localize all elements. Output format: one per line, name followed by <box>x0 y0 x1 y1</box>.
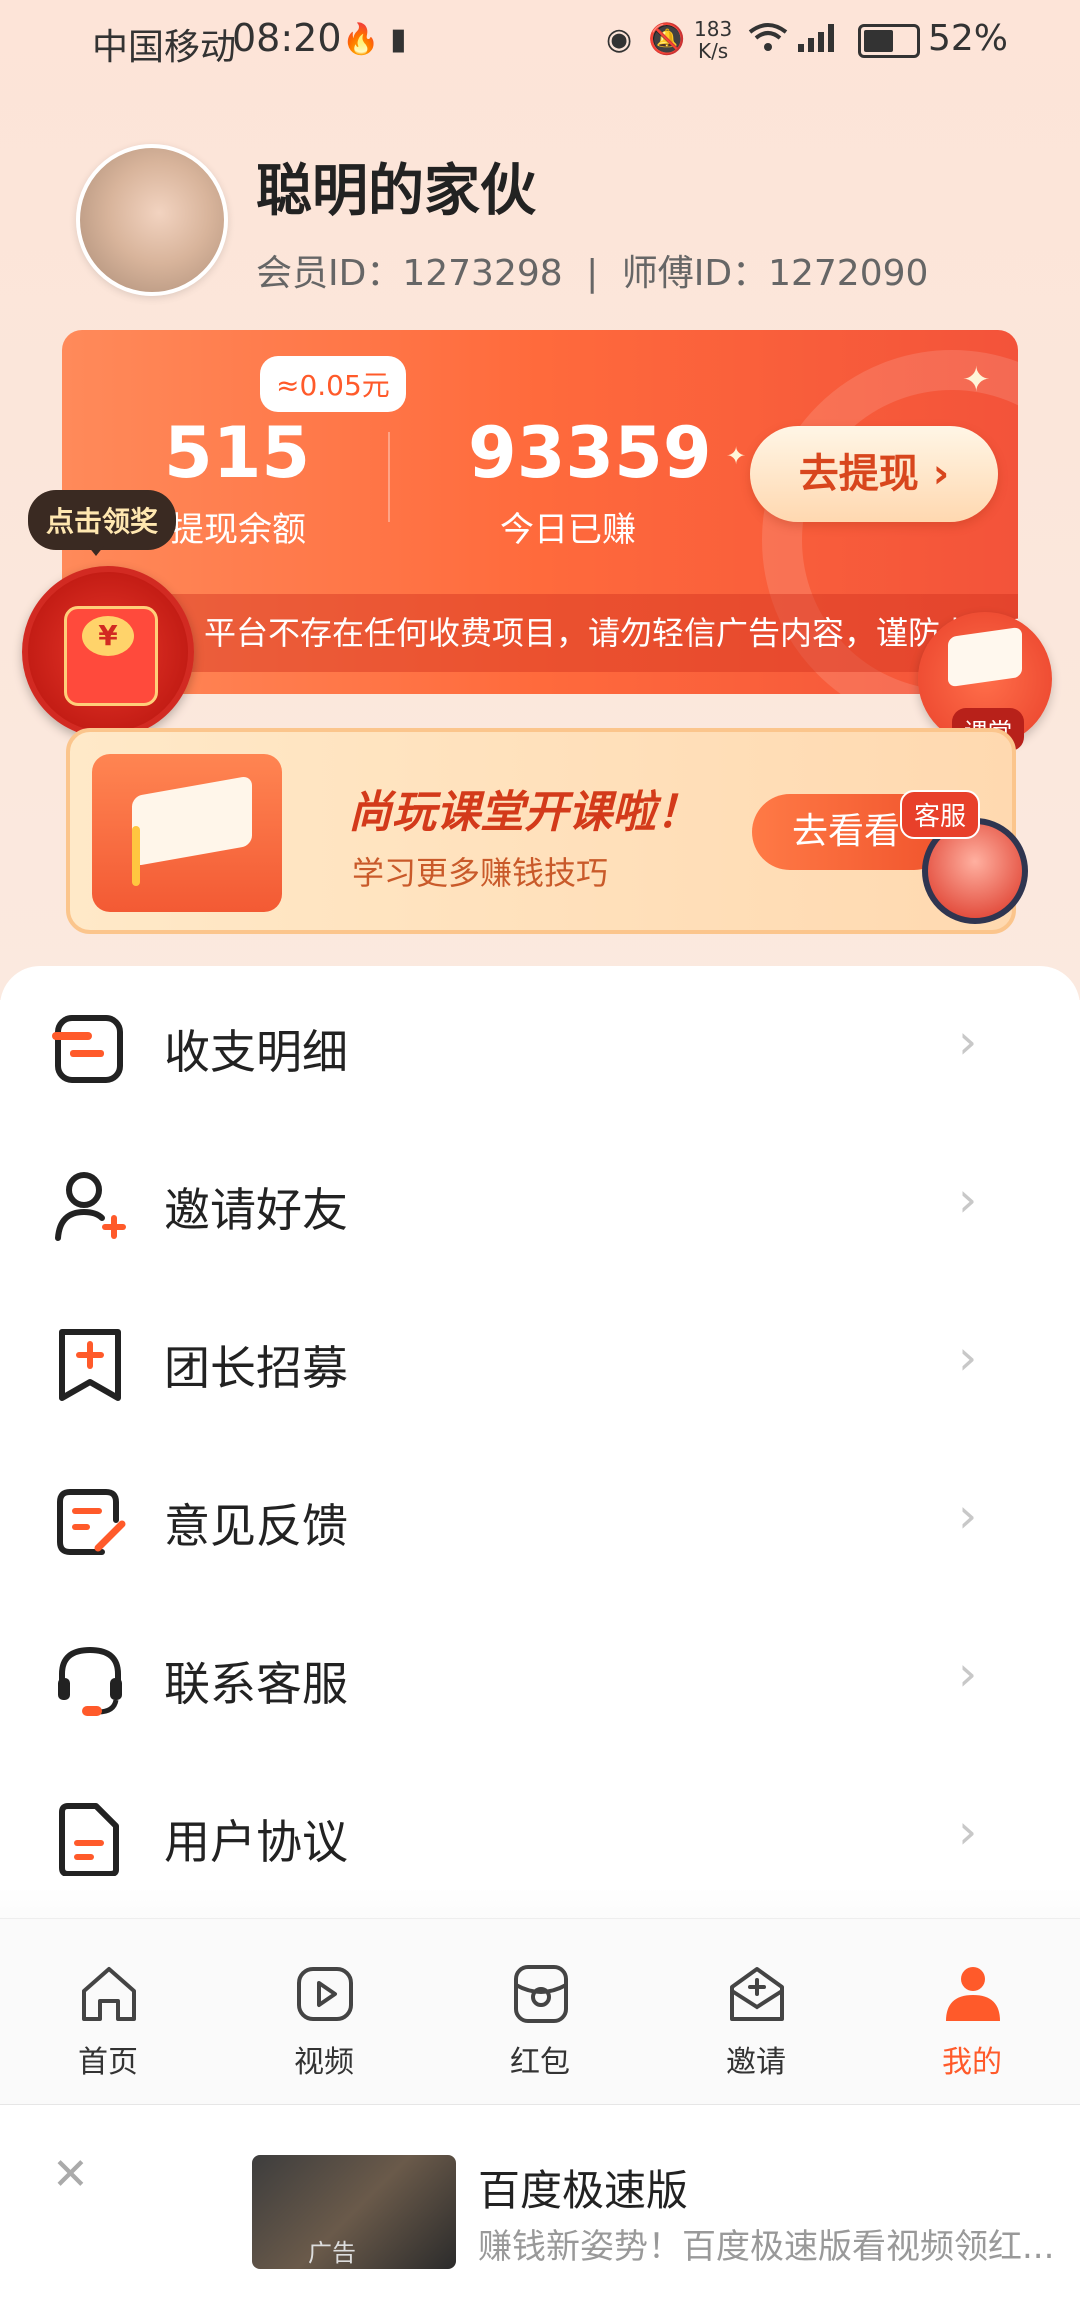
bookmark-plus-icon <box>59 1329 121 1401</box>
course-banner[interactable]: 尚玩课堂开课啦！ 学习更多赚钱技巧 去看看 <box>66 728 1016 934</box>
menu-item-contact-support[interactable]: 联系客服 › <box>0 1598 1080 1756</box>
member-id: 1273298 <box>402 253 563 294</box>
ad-app-name: 百度极速版 <box>478 2166 689 2215</box>
menu-label-leader-recruit: 团长招募 <box>164 1341 348 1395</box>
nav-video[interactable]: 视频 <box>216 1919 432 2105</box>
menu-item-leader-recruit[interactable]: 团长招募 › <box>0 1282 1080 1440</box>
ad-tag: 广告 <box>308 2239 356 2267</box>
claim-reward-tip[interactable]: 点击领奖 <box>28 490 177 556</box>
bottom-navigation: 首页 视频 红包 邀请 我的 <box>0 1918 1080 2105</box>
chevron-right-icon: › <box>958 1172 978 1228</box>
ledger-icon <box>52 1015 123 1083</box>
withdraw-button[interactable]: 去提现 › <box>750 426 998 522</box>
network-speed-value: 183 <box>694 17 733 41</box>
battery-icon <box>858 24 920 58</box>
wallet-divider <box>388 432 390 522</box>
today-earned: 93359 <box>468 412 712 494</box>
close-icon[interactable]: ✕ <box>52 2149 89 2200</box>
flame-icon: 🔥 <box>342 22 380 57</box>
mute-bell-icon: 🔕 <box>648 22 686 57</box>
headset-icon <box>58 1646 122 1716</box>
wifi-icon <box>748 22 788 62</box>
menu-label-invite-friends: 邀请好友 <box>164 1183 348 1237</box>
menu-item-transactions[interactable]: 收支明细 › <box>0 966 1080 1124</box>
nav-home[interactable]: 首页 <box>0 1919 216 2105</box>
invite-icon <box>730 1967 784 2021</box>
battery-percentage: 52% <box>928 18 1009 59</box>
network-speed-unit: K/s <box>697 39 729 63</box>
menu-label-feedback: 意见反馈 <box>164 1499 348 1553</box>
invite-user-icon <box>55 1172 126 1241</box>
clock: 08:20 <box>232 16 342 60</box>
tassel-icon <box>132 826 140 886</box>
red-packet-icon <box>514 1965 568 2023</box>
menu-label-contact-support: 联系客服 <box>164 1657 348 1711</box>
menu-label-user-agreement: 用户协议 <box>164 1815 348 1869</box>
approx-value-badge: ≈0.05元 <box>260 356 406 412</box>
feedback-edit-icon <box>57 1489 126 1555</box>
status-bar: 中国移动 08:20 🔥 ▮ ◉ 🔕 183 K/s 52% <box>0 0 1080 86</box>
battery-fill <box>864 30 894 52</box>
nav-label-video: 视频 <box>294 2045 354 2080</box>
carrier-name: 中国移动 <box>92 27 237 68</box>
chevron-right-icon: › <box>958 1804 978 1860</box>
master-id-label: 师傅ID： <box>621 253 769 294</box>
location-icon: ◉ <box>606 22 633 57</box>
notice-marquee: 平台不存在任何收费项目，请勿轻信广告内容，谨防上当受骗 <box>62 594 1018 672</box>
withdrawable-balance: 515 <box>164 412 311 494</box>
video-icon <box>297 1967 353 2021</box>
today-earned-label: 今日已赚 <box>500 510 636 550</box>
yuan-coin-icon: ¥ <box>82 616 134 656</box>
avatar[interactable] <box>76 144 228 296</box>
profile-icon <box>946 1967 1000 2021</box>
nav-invite[interactable]: 邀请 <box>648 1919 864 2105</box>
graduation-cap-icon <box>132 775 252 867</box>
home-icon <box>82 1967 136 2021</box>
master-id: 1272090 <box>768 253 929 294</box>
wallet-card: ✦ ✦ ≈0.05元 515 提现余额 93359 今日已赚 去提现 › 平台不… <box>62 330 1018 694</box>
settings-menu: 收支明细 › 邀请好友 › 团长招募 › 意见反馈 › 联系客服 › 用户协议 … <box>0 966 1080 1902</box>
course-banner-title: 尚玩课堂开课啦！ <box>348 787 700 838</box>
id-separator: | <box>586 253 599 294</box>
graduation-cap-illustration <box>92 754 282 912</box>
withdrawable-balance-label: 提现余额 <box>170 510 306 550</box>
nav-label-home: 首页 <box>78 2045 138 2080</box>
menu-label-transactions: 收支明细 <box>164 1025 348 1079</box>
alert-icon: ▮ <box>390 22 407 57</box>
chevron-right-icon: › <box>958 1488 978 1544</box>
nav-red-packet[interactable]: 红包 <box>432 1919 648 2105</box>
sparkle-icon: ✦ <box>726 442 747 470</box>
customer-service-label: 客服 <box>900 790 981 839</box>
nav-label-red-packet: 红包 <box>510 2045 570 2080</box>
nav-label-profile: 我的 <box>942 2045 1002 2080</box>
ad-description: 赚钱新姿势！百度极速版看视频领红... <box>478 2227 1055 2267</box>
chevron-right-icon: › <box>958 1646 978 1702</box>
member-id-label: 会员ID： <box>256 253 403 294</box>
course-banner-subtitle: 学习更多赚钱技巧 <box>352 854 609 892</box>
customer-service-float-button[interactable]: 客服 <box>900 790 1040 924</box>
menu-item-invite-friends[interactable]: 邀请好友 › <box>0 1124 1080 1282</box>
nav-label-invite: 邀请 <box>726 2045 786 2080</box>
network-speed: 183 K/s <box>694 18 732 62</box>
user-ids: 会员ID：1273298 | 师傅ID：1272090 <box>256 244 928 296</box>
nav-profile[interactable]: 我的 <box>864 1919 1080 2105</box>
graduation-cap-icon <box>948 626 1022 688</box>
nickname: 聪明的家伙 <box>256 159 536 224</box>
red-packet-float-button[interactable]: ¥ <box>22 566 194 738</box>
sparkle-icon: ✦ <box>962 360 991 400</box>
chevron-right-icon: › <box>958 1014 978 1070</box>
cellular-signal-icon <box>796 22 840 62</box>
classroom-float-button[interactable]: 课堂 <box>918 612 1052 751</box>
ad-thumbnail: 广告 <box>252 2155 456 2269</box>
document-icon <box>59 1803 119 1876</box>
menu-item-feedback[interactable]: 意见反馈 › <box>0 1440 1080 1598</box>
chevron-right-icon: › <box>958 1330 978 1386</box>
ad-banner[interactable]: ✕ 广告 百度极速版 赚钱新姿势！百度极速版看视频领红... <box>0 2104 1080 2313</box>
